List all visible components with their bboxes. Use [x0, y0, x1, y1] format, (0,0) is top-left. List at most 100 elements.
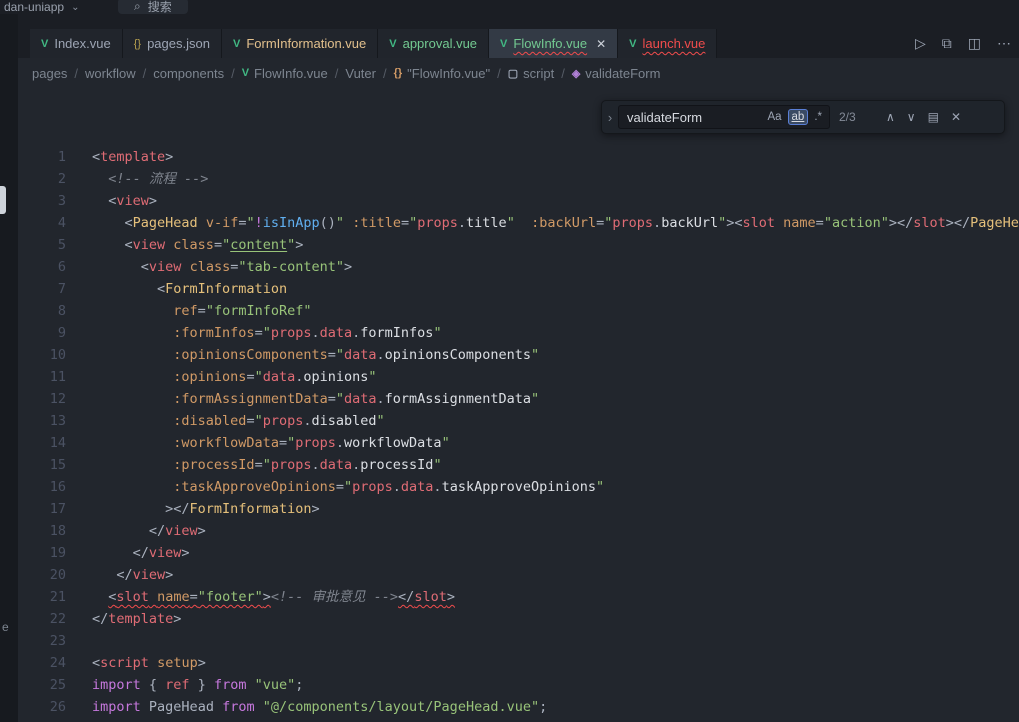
- run-icon[interactable]: ▷: [907, 35, 934, 52]
- breadcrumb-separator: /: [561, 66, 565, 81]
- code-line: 22</template>: [18, 608, 1019, 630]
- line-text: <script setup>: [66, 652, 206, 674]
- code-line: 6 <view class="tab-content">: [18, 256, 1019, 278]
- code-line: 17 ></FormInformation>: [18, 498, 1019, 520]
- tab-FlowInfo.vue[interactable]: V FlowInfo.vue ✕: [489, 29, 618, 58]
- regex-button[interactable]: .*: [810, 109, 826, 125]
- code-line: 26import PageHead from "@/components/lay…: [18, 696, 1019, 718]
- line-text: <template>: [66, 146, 173, 168]
- breadcrumb-item[interactable]: ▢script: [508, 66, 554, 81]
- vue-icon: V: [233, 38, 240, 50]
- editor-pane[interactable]: › Aaab.* 2/3 ∧ ∨ ▤ ✕ 1<template>2 <!-- 流…: [18, 88, 1019, 722]
- line-text: :formAssignmentData="data.formAssignment…: [66, 388, 539, 410]
- left-edge-text-fragment: e: [2, 620, 9, 634]
- line-number: 9: [18, 322, 66, 344]
- line-number: 18: [18, 520, 66, 542]
- line-number: 24: [18, 652, 66, 674]
- tab-label: pages.json: [147, 36, 210, 51]
- code-line: 21 <slot name="footer"><!-- 审批意见 --></sl…: [18, 586, 1019, 608]
- breadcrumb-label: components: [153, 66, 224, 81]
- breadcrumb-label: "FlowInfo.vue": [407, 66, 490, 81]
- line-text: <PageHead v-if="!isInApp()" :title="prop…: [66, 212, 1019, 234]
- breadcrumb-item[interactable]: Vuter: [345, 66, 376, 81]
- split-editor-icon[interactable]: ◫: [960, 35, 989, 52]
- more-actions-icon[interactable]: ⋯: [989, 35, 1019, 52]
- line-number: 11: [18, 366, 66, 388]
- search-icon: ⌕: [134, 0, 141, 14]
- breadcrumb-item[interactable]: pages: [32, 66, 67, 81]
- braces-icon: {}: [134, 38, 141, 50]
- breadcrumb-item[interactable]: {}"FlowInfo.vue": [394, 66, 491, 81]
- vue-icon: V: [500, 38, 507, 50]
- line-number: 15: [18, 454, 66, 476]
- code-line: 25import { ref } from "vue";: [18, 674, 1019, 696]
- line-text: <view class="tab-content">: [66, 256, 352, 278]
- find-widget: › Aaab.* 2/3 ∧ ∨ ▤ ✕: [601, 100, 1005, 134]
- code-line: 3 <view>: [18, 190, 1019, 212]
- breadcrumb-item[interactable]: VFlowInfo.vue: [242, 66, 328, 81]
- find-options: Aaab.*: [761, 109, 826, 125]
- code-line: 18 </view>: [18, 520, 1019, 542]
- find-in-selection-button[interactable]: ▤: [922, 110, 945, 124]
- find-close-button[interactable]: ✕: [945, 110, 967, 124]
- tab-approval.vue[interactable]: Vapproval.vue: [378, 29, 489, 58]
- tab-label: Index.vue: [54, 36, 110, 51]
- remote-project-menu[interactable]: dan-uniapp ⌄: [4, 0, 79, 14]
- line-text: <slot name="footer"><!-- 审批意见 --></slot>: [66, 586, 455, 608]
- chevron-down-icon: ⌄: [71, 2, 79, 13]
- line-number: 13: [18, 410, 66, 432]
- line-number: 2: [18, 168, 66, 190]
- breadcrumb-label: FlowInfo.vue: [254, 66, 328, 81]
- tab-label: FormInformation.vue: [246, 36, 366, 51]
- breadcrumb-separator: /: [497, 66, 501, 81]
- line-number: 26: [18, 696, 66, 718]
- symbol-module-icon: ▢: [508, 67, 518, 80]
- tab-launch.vue[interactable]: Vlaunch.vue: [618, 29, 717, 58]
- breadcrumb-separator: /: [383, 66, 387, 81]
- command-center-search[interactable]: ⌕ 搜索: [118, 0, 188, 14]
- line-number: 3: [18, 190, 66, 212]
- line-text: ></FormInformation>: [66, 498, 320, 520]
- find-next-button[interactable]: ∨: [901, 110, 922, 124]
- breadcrumb-separator: /: [143, 66, 147, 81]
- code-line: 1<template>: [18, 146, 1019, 168]
- editor-actions: ▷⧉◫⋯: [907, 29, 1019, 58]
- left-rail: e: [0, 14, 18, 722]
- code-line: 10 :opinionsComponents="data.opinionsCom…: [18, 344, 1019, 366]
- open-changes-icon[interactable]: ⧉: [934, 35, 960, 52]
- symbol-method-icon: ◈: [572, 67, 580, 80]
- find-previous-button[interactable]: ∧: [880, 110, 901, 124]
- toggle-replace-button[interactable]: ›: [602, 101, 618, 133]
- whole-word-button[interactable]: ab: [788, 109, 809, 125]
- find-match-count: 2/3: [839, 110, 871, 124]
- breadcrumb-item[interactable]: components: [153, 66, 224, 81]
- tab-label: FlowInfo.vue: [513, 36, 587, 51]
- breadcrumb-label: Vuter: [345, 66, 376, 81]
- breadcrumb-item[interactable]: workflow: [85, 66, 136, 81]
- code-line: 4 <PageHead v-if="!isInApp()" :title="pr…: [18, 212, 1019, 234]
- line-number: 7: [18, 278, 66, 300]
- line-text: ref="formInfoRef": [66, 300, 311, 322]
- tab-Index.vue[interactable]: VIndex.vue: [30, 29, 123, 58]
- line-number: 12: [18, 388, 66, 410]
- code-line: 11 :opinions="data.opinions": [18, 366, 1019, 388]
- match-case-button[interactable]: Aa: [763, 109, 785, 125]
- line-text: :disabled="props.disabled": [66, 410, 385, 432]
- line-number: 4: [18, 212, 66, 234]
- tab-pages.json[interactable]: {} pages.json: [123, 29, 222, 58]
- vue-icon: V: [629, 38, 636, 50]
- breadcrumb-item[interactable]: ◈validateForm: [572, 66, 661, 81]
- close-icon[interactable]: ✕: [596, 37, 606, 51]
- find-input[interactable]: [625, 109, 761, 126]
- line-number: 10: [18, 344, 66, 366]
- code-line: 8 ref="formInfoRef": [18, 300, 1019, 322]
- main-area: e VIndex.vue{}pages.jsonVFormInformation…: [0, 14, 1019, 722]
- code-line: 16 :taskApproveOpinions="props.data.task…: [18, 476, 1019, 498]
- tab-label: launch.vue: [643, 36, 706, 51]
- tab-FormInformation.vue[interactable]: V FormInformation.vue: [222, 29, 378, 58]
- vscode-window: dan-uniapp ⌄ ⌕ 搜索 e VIndex.vue{}pages.js…: [0, 0, 1019, 722]
- editor-column: VIndex.vue{}pages.jsonVFormInformation.v…: [18, 14, 1019, 722]
- search-label: 搜索: [148, 0, 172, 14]
- line-text: :formInfos="props.data.formInfos": [66, 322, 442, 344]
- line-number: 5: [18, 234, 66, 256]
